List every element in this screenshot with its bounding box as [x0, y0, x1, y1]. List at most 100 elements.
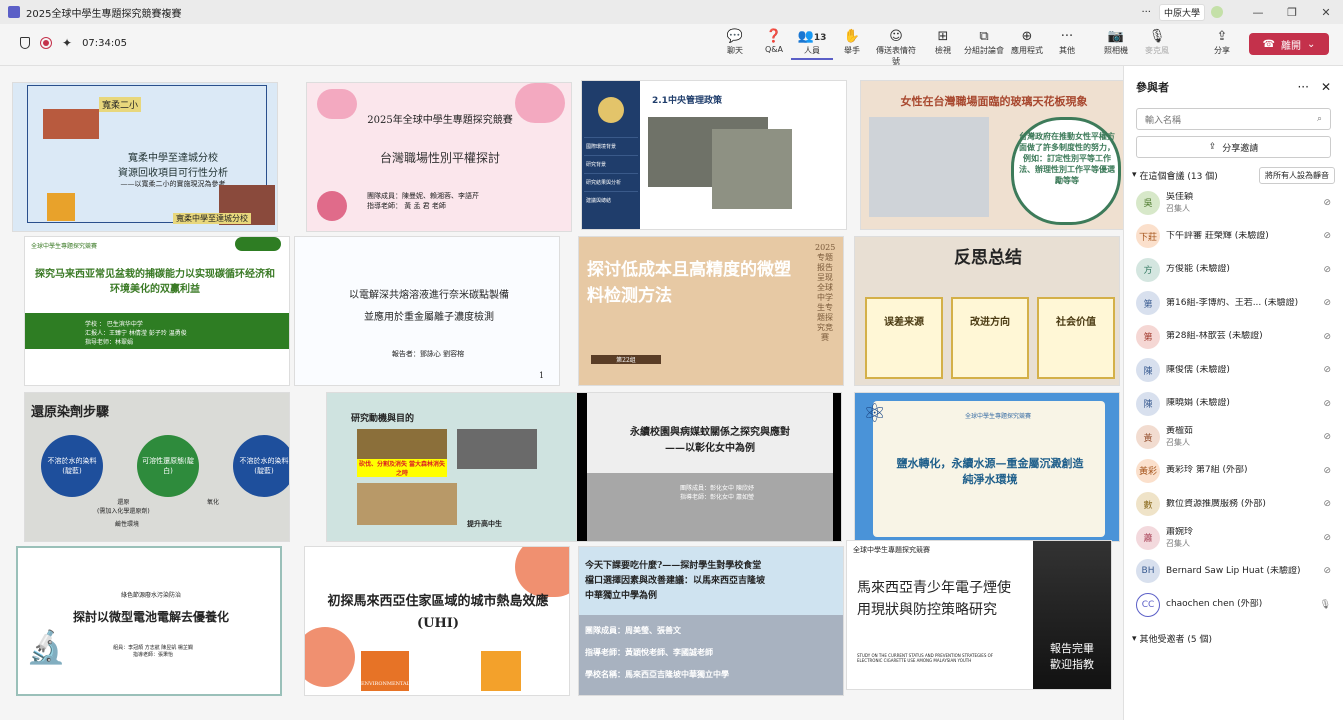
tile-4[interactable]: 女性在台灣職場面臨的玻璃天花板現象 台灣政府在推動女性平權方面做了許多制度性的努…: [860, 80, 1126, 230]
copilot-icon[interactable]: ✦: [62, 36, 72, 50]
process-label: 還原 (需加入化學還原劑): [97, 499, 150, 515]
tile-14[interactable]: 初探馬來西亞住家區域的城市熱島效應 (UHI) ENVIRONMENTAL: [304, 546, 570, 696]
tile-label: 全球中學生專題探究競賽: [853, 546, 930, 554]
mic-off-icon[interactable]: ⊘: [1323, 298, 1331, 308]
more-icon: ···: [1060, 29, 1074, 44]
tile-title: 探讨低成本且高精度的微塑料检测方法: [587, 260, 791, 306]
share-invite-button[interactable]: ⇪ 分享邀請: [1136, 136, 1331, 158]
toolbar-button-label: 麥克風: [1145, 46, 1169, 55]
avatar[interactable]: [1211, 6, 1223, 18]
mic-off-icon[interactable]: ⊘: [1323, 265, 1331, 275]
mute-all-button[interactable]: 將所有人設為靜音: [1259, 166, 1335, 184]
mic-off-icon[interactable]: ⊘: [1323, 231, 1331, 241]
tile-subtitle: STUDY ON THE CURRENT STATUS AND PREVENTI…: [857, 653, 994, 663]
shield-icon[interactable]: [20, 37, 30, 49]
mic-off-icon[interactable]: ⊘: [1323, 365, 1331, 375]
mic-off-icon[interactable]: ⊘: [1323, 499, 1331, 509]
tile-7[interactable]: 探讨低成本且高精度的微塑料检测方法 2025专题报告呈现 全球中学生专题探究竞赛…: [578, 236, 844, 386]
meeting-timer: 07:34:05: [82, 37, 127, 49]
toolbar-button-emoji[interactable]: ☺ 傳送表情符號: [875, 28, 917, 67]
toolbar-button-camera-off[interactable]: 📷 照相機: [1095, 28, 1137, 56]
avatar: 吳: [1136, 190, 1160, 215]
tile-13[interactable]: 綠色節源廢水污染防治 探討以微型電池電解去優養化 組員：李冠頡 方志航 陳昱凱 …: [16, 546, 282, 696]
participant-row[interactable]: 陳陳俊儒 (未驗證) ⊘: [1124, 354, 1343, 388]
close-icon[interactable]: ✕: [1321, 80, 1331, 94]
tile-footer: 團隊成員：陳曼妮、賴湘蓉、李語芹 指導老師： 黃 孟 君 老師: [367, 192, 479, 210]
tile-16[interactable]: 全球中學生專題探究競賽 馬來西亞青少年電子煙使用現狀與防控策略研究 STUDY …: [846, 540, 1112, 690]
in-meeting-section[interactable]: ▾ 在這個會議 (13 個) 將所有人設為靜音: [1124, 164, 1343, 186]
tile-title: 2025年全球中學生專題探究競賽: [367, 115, 513, 126]
more-icon[interactable]: ···: [1141, 7, 1151, 18]
avatar: 數: [1136, 492, 1160, 517]
tile-10[interactable]: 研究動機與目的 砍伐、分割及消失 當大森林消失之時 提升高中生: [326, 392, 592, 542]
participant-row[interactable]: 黃黃楹茹 召集人 ⊘: [1124, 421, 1343, 455]
participant-row[interactable]: 方方俊能 (未驗證) ⊘: [1124, 253, 1343, 287]
tile-2[interactable]: 2025年全球中學生專題探究競賽 台灣職場性別平權探討 團隊成員：陳曼妮、賴湘蓉…: [306, 82, 572, 232]
toolbar-button-chat[interactable]: 💬 聊天: [714, 28, 756, 56]
tile-title: 女性在台灣職場面臨的玻璃天花板現象: [900, 95, 1088, 108]
mic-off-icon[interactable]: ⊘: [1323, 466, 1331, 476]
participant-row[interactable]: 數數位資源推廣服務 (外部) ⊘: [1124, 488, 1343, 522]
photo-waste: [712, 129, 792, 209]
tile-5[interactable]: 全球中學生專題探究競賽 探究马来西亚常见盆栽的捕碳能力以实现碳循环经济和环境美化…: [24, 236, 290, 386]
tile-12[interactable]: 全球中學生專題探究競賽 鹽水轉化，永續水源—重金屬沉澱創造純淨水環境 ⚛: [854, 392, 1120, 542]
participant-role: 召集人: [1166, 203, 1190, 213]
participant-row[interactable]: 下莊 下午評審 莊榮輝 (未驗證) ⊘: [1124, 220, 1343, 254]
tile-9[interactable]: 還原染劑步驟 不溶於水的染料(靛藍) 可溶性還原態(靛白) 不溶於水的染料(靛藍) 還…: [24, 392, 290, 542]
toolbar-button-view[interactable]: ⊞ 檢視: [922, 28, 964, 56]
participant-row[interactable]: CC chaochen chen (外部) 🎙: [1124, 588, 1343, 622]
chevron-down-icon[interactable]: ⌄: [1307, 39, 1315, 50]
tile-title: 探究马来西亚常见盆栽的捕碳能力以实现碳循环经济和环境美化的双赢利益: [35, 269, 275, 295]
toolbar-button-qa[interactable]: ❓ Q&A: [753, 28, 795, 54]
mic-off-icon[interactable]: ⊘: [1323, 399, 1331, 409]
atom-icon: ⚛: [863, 399, 887, 429]
search-input[interactable]: 輸入名稱 ⌕: [1136, 108, 1331, 130]
recording-icon[interactable]: [40, 37, 52, 49]
participant-row[interactable]: 黃彩 黃彩玲 第7組 (外部) ⊘: [1124, 454, 1343, 488]
others-section[interactable]: ▾ 其他受邀者 (5 個): [1124, 628, 1343, 650]
minimize-icon[interactable]: —: [1241, 6, 1275, 19]
toolbar-button-breakout[interactable]: ⧉ 分組討論會: [963, 28, 1005, 56]
mic-off-icon[interactable]: ⊘: [1323, 533, 1331, 543]
toolbar-button-label: 傳送表情符號: [876, 46, 916, 66]
close-icon[interactable]: ✕: [1309, 6, 1343, 19]
slide-menu-item: 建議與總結: [584, 191, 638, 209]
avatar: 陳: [1136, 391, 1160, 416]
participant-row[interactable]: 陳陳曉娟 (未驗證) ⊘: [1124, 387, 1343, 421]
toolbar-button-more[interactable]: ··· 其他: [1046, 28, 1088, 56]
mic-off-icon[interactable]: ⊘: [1323, 566, 1331, 576]
microscope-icon: 🔬: [26, 628, 66, 666]
restore-icon[interactable]: ❐: [1275, 6, 1309, 19]
tile-8[interactable]: 反思总结 误差来源 改进方向 社会价值: [854, 236, 1120, 386]
more-icon[interactable]: ···: [1297, 80, 1308, 94]
leave-button[interactable]: ☎ 離開 ⌄: [1249, 33, 1329, 55]
tile-footer: 組員：李冠頡 方志航 陳昱凱 楊芷嫻 指導老師：張秉怡: [113, 645, 193, 658]
toolbar-button-raise-hand[interactable]: ✋ 舉手: [831, 28, 873, 56]
toolbar-button-share[interactable]: ⇪ 分享: [1201, 28, 1243, 56]
chevron-down-icon: ▾: [1132, 170, 1137, 180]
mic-off-icon[interactable]: ⊘: [1323, 432, 1331, 442]
sdg-badge: ENVIRONMENTAL: [361, 651, 410, 691]
participant-row[interactable]: 蕭蕭婉玲 召集人 ⊘: [1124, 521, 1343, 555]
tile-15[interactable]: 今天下課要吃什麼?——探討學生對學校食堂檔口選擇因素與改善建議：以馬來西亞吉隆坡…: [578, 546, 844, 696]
tile-1[interactable]: 寬柔二小 寬柔中學至達城分校 資源回收項目可行性分析 ——以寬柔二小的實施現況為…: [12, 82, 278, 232]
toolbar-button-people[interactable]: 👥13 人員: [791, 28, 833, 60]
org-name[interactable]: 中原大學: [1158, 3, 1205, 21]
tile-3[interactable]: 國際環境背景 研究背景 研究結果與分析 建議與總結 2.1中央管理政策: [581, 80, 847, 230]
participant-row[interactable]: 第第16組-李博約、王若... (未驗證) ⊘: [1124, 287, 1343, 321]
chevron-down-icon: ▾: [1132, 633, 1137, 644]
tile-subtitle: 台灣政府在推動女性平權方面做了許多制度性的努力，例如：訂定性別平等工作法、辦理性…: [1019, 131, 1115, 185]
slide-menu-item: 研究背景: [584, 155, 638, 173]
toolbar-button-mic-off[interactable]: 🎙 麥克風: [1136, 28, 1178, 56]
tile-6[interactable]: 以電解深共熔溶液進行奈米碳點製備 並應用於重金屬離子濃度檢測 報告者：鄧詠心 劉…: [294, 236, 560, 386]
participant-name: 數位資源推廣服務 (外部): [1166, 498, 1266, 509]
avatar: 下莊: [1136, 224, 1160, 249]
participant-row[interactable]: 第第28組-林歆芸 (未驗證) ⊘: [1124, 320, 1343, 354]
participant-row[interactable]: BH Bernard Saw Lip Huat (未驗證) ⊘: [1124, 555, 1343, 589]
mic-icon[interactable]: 🎙: [1320, 600, 1331, 610]
mic-off-icon[interactable]: ⊘: [1323, 332, 1331, 342]
participant-row[interactable]: 吳吳佳穎 召集人 ⊘: [1124, 186, 1343, 220]
mic-off-icon[interactable]: ⊘: [1323, 198, 1331, 208]
toolbar-button-apps[interactable]: ⊕ 應用程式: [1006, 28, 1048, 56]
tile-11[interactable]: 永續校園與病媒蚊關係之探究與應對 ——以彰化女中為例 團隊成員：彰化女中 陳欣妤…: [576, 392, 842, 542]
